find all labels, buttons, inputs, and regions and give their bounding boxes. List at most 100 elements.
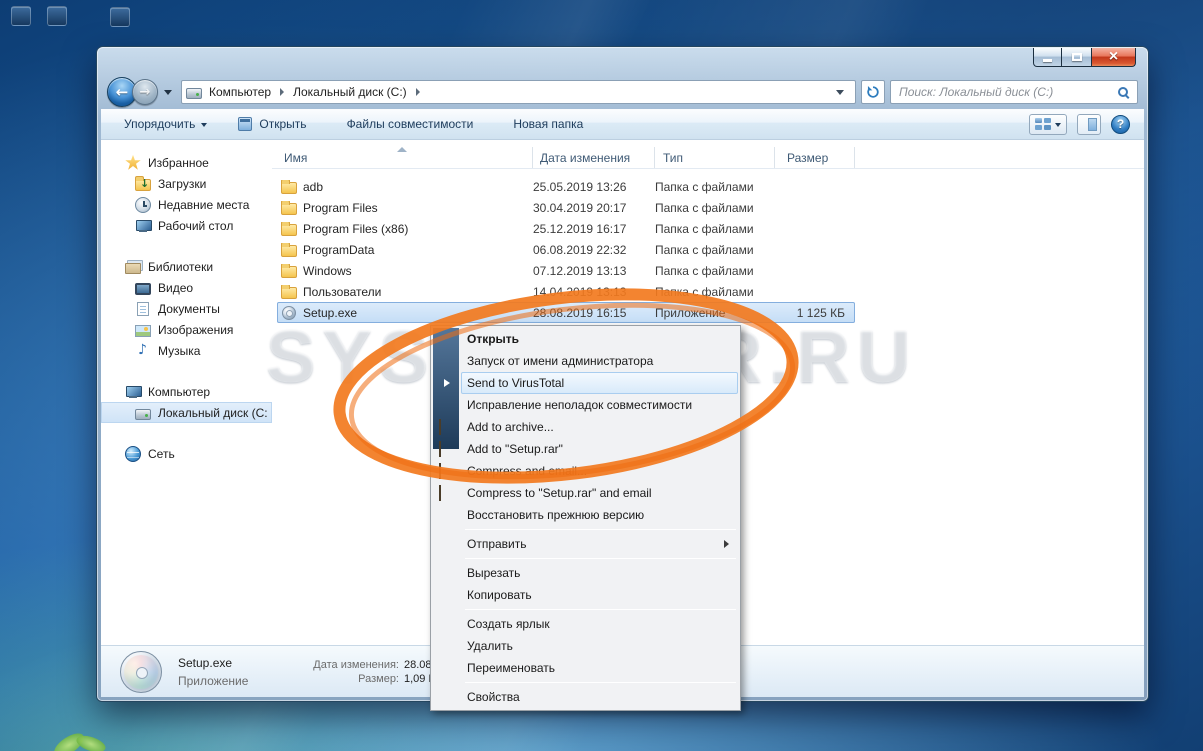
sidebar-item-video[interactable]: Видео [101,277,272,298]
chevron-down-icon [201,123,208,127]
file-row-program-files[interactable]: Program Files 30.04.2019 20:17 Папка с ф… [277,197,855,218]
file-date: 06.08.2019 22:32 [533,242,627,257]
menu-item-rename[interactable]: Переименовать [433,657,738,679]
column-header-size[interactable]: Размер [775,147,855,168]
menu-item-send-to[interactable]: Отправить [433,533,738,555]
menu-item-cut[interactable]: Вырезать [433,562,738,584]
downloads-icon [135,175,151,191]
desktop-icon-2[interactable] [47,6,67,26]
minimize-button[interactable] [1033,48,1062,67]
menu-item-open[interactable]: Открыть [433,328,738,350]
file-row-adb[interactable]: adb 25.05.2019 13:26 Папка с файлами [277,176,855,197]
file-type: Папка с файлами [655,179,754,194]
winrar-icon [439,463,441,479]
drive-icon [186,88,202,99]
search-input[interactable] [891,85,1118,99]
recent-pages-dropdown[interactable] [161,81,175,103]
menu-item-add-to-setup-rar[interactable]: Add to "Setup.rar" [433,438,738,460]
file-type: Приложение [655,305,726,320]
file-name: Program Files (x86) [303,221,409,236]
favorites-group: Избранное Загрузки Недавние места Рабочи… [101,152,272,236]
open-button[interactable]: Открыть [228,112,315,136]
refresh-button[interactable] [861,80,885,104]
sidebar-item-recent-places[interactable]: Недавние места [101,194,272,215]
menu-item-compress-setup-rar-email[interactable]: Compress to "Setup.rar" and email [433,482,738,504]
views-icon [1035,117,1051,131]
change-view-button[interactable] [1029,113,1067,135]
menu-item-add-to-archive[interactable]: Add to archive... [433,416,738,438]
breadcrumb-separator-icon[interactable] [280,88,285,96]
desktop-icon-1[interactable] [11,6,31,26]
file-name: ProgramData [303,242,375,257]
breadcrumb-separator-icon[interactable] [415,88,420,96]
music-icon [135,342,151,359]
open-label: Открыть [259,117,307,131]
file-row-windows[interactable]: Windows 07.12.2019 13:13 Папка с файлами [277,260,855,281]
breadcrumb-computer[interactable]: Компьютер [202,81,278,103]
preview-pane-button[interactable] [1077,113,1101,135]
file-row-programdata[interactable]: ProgramData 06.08.2019 22:32 Папка с фай… [277,239,855,260]
search-icon[interactable] [1118,87,1128,97]
file-row-setup-exe[interactable]: Setup.exe 28.08.2019 16:15 Приложение 1 … [277,302,855,323]
sidebar-item-downloads[interactable]: Загрузки [101,173,272,194]
chevron-down-icon [1055,123,1061,127]
column-date-label: Дата изменения [540,150,631,165]
menu-item-run-as-admin[interactable]: Запуск от имени администратора [433,350,738,372]
menu-item-compress-and-email[interactable]: Compress and email... [433,460,738,482]
file-row-program-files-x86[interactable]: Program Files (x86) 25.12.2019 16:17 Пап… [277,218,855,239]
compatibility-files-button[interactable]: Файлы совместимости [338,113,483,135]
menu-separator [465,529,736,530]
file-type: Папка с файлами [655,263,754,278]
folder-icon [281,179,297,194]
file-name: adb [303,179,324,194]
sidebar-item-local-disk-c[interactable]: Локальный диск (C: [101,402,272,423]
file-name: Setup.exe [303,305,358,320]
file-name: Windows [303,263,352,278]
address-dropdown-icon[interactable] [829,90,851,95]
organize-menu-button[interactable]: Упорядочить [115,113,216,135]
sidebar-item-favorites[interactable]: Избранное [101,152,272,173]
sidebar-item-computer[interactable]: Компьютер [101,381,272,402]
sidebar-item-documents[interactable]: Документы [101,298,272,319]
sidebar-item-network[interactable]: Сеть [101,443,272,464]
video-label: Видео [158,280,194,295]
column-header-name[interactable]: Имя [272,147,533,168]
file-row-users[interactable]: Пользователи 14.04.2019 13:13 Папка с фа… [277,281,855,302]
breadcrumb-local-disk-c[interactable]: Локальный диск (C:) [286,81,414,103]
file-date: 28.08.2019 16:15 [533,305,627,320]
menu-item-copy[interactable]: Копировать [433,584,738,606]
menu-item-delete[interactable]: Удалить [433,635,738,657]
sidebar-item-libraries[interactable]: Библиотеки [101,256,272,277]
help-button[interactable] [1111,114,1130,134]
computer-label: Компьютер [148,384,211,399]
maximize-button[interactable] [1062,48,1091,67]
navigation-bar: Компьютер Локальный диск (C:) [97,75,1148,109]
libraries-label: Библиотеки [148,259,214,274]
file-name: Пользователи [303,284,382,299]
column-header-date[interactable]: Дата изменения [533,147,655,168]
close-button[interactable] [1091,48,1136,67]
folder-icon [281,284,297,299]
menu-item-compat-troubleshoot[interactable]: Исправление неполадок совместимости [433,394,738,416]
menu-item-send-to-virustotal[interactable]: Send to VirusTotal [433,372,738,394]
menu-item-create-shortcut[interactable]: Создать ярлык [433,613,738,635]
minimize-icon [1043,59,1052,62]
file-date: 30.04.2019 20:17 [533,200,627,215]
application-icon [238,117,253,131]
column-header-type[interactable]: Тип [655,147,775,168]
documents-icon [137,301,149,316]
music-label: Музыка [158,343,201,358]
sidebar-item-desktop[interactable]: Рабочий стол [101,215,272,236]
menu-item-restore-previous-version[interactable]: Восстановить прежнюю версию [433,504,738,526]
breadcrumb[interactable]: Компьютер Локальный диск (C:) [181,80,856,104]
maximize-icon [1071,53,1082,61]
folder-icon [281,242,297,257]
forward-button[interactable] [132,79,158,105]
desktop-icon-3[interactable] [110,7,130,27]
column-size-label: Размер [787,150,829,165]
new-folder-button[interactable]: Новая папка [504,113,592,135]
menu-item-properties[interactable]: Свойства [433,686,738,708]
recent-places-icon [135,196,151,213]
sidebar-item-music[interactable]: Музыка [101,340,272,361]
sidebar-item-pictures[interactable]: Изображения [101,319,272,340]
